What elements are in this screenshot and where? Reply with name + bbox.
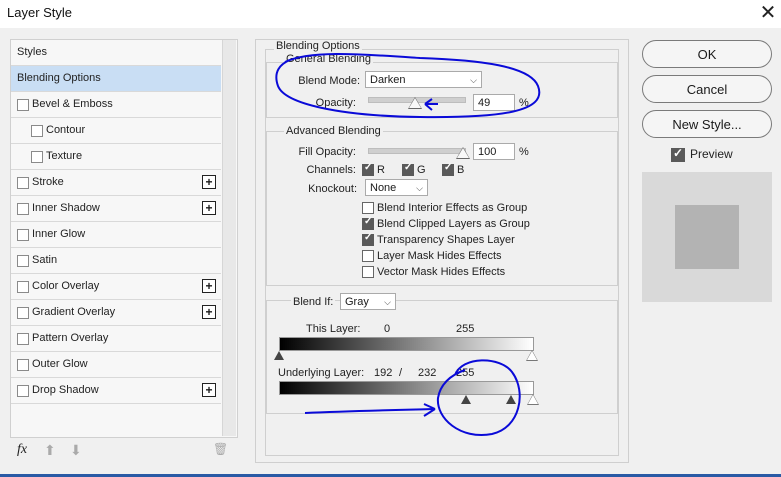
annotation-circle-blendif	[436, 359, 521, 436]
annotation-arrow-blendif	[304, 403, 436, 417]
annotation-circle-general	[275, 53, 541, 119]
annotation-overlay	[275, 53, 541, 436]
annotation-arrow-opacity	[424, 98, 438, 111]
